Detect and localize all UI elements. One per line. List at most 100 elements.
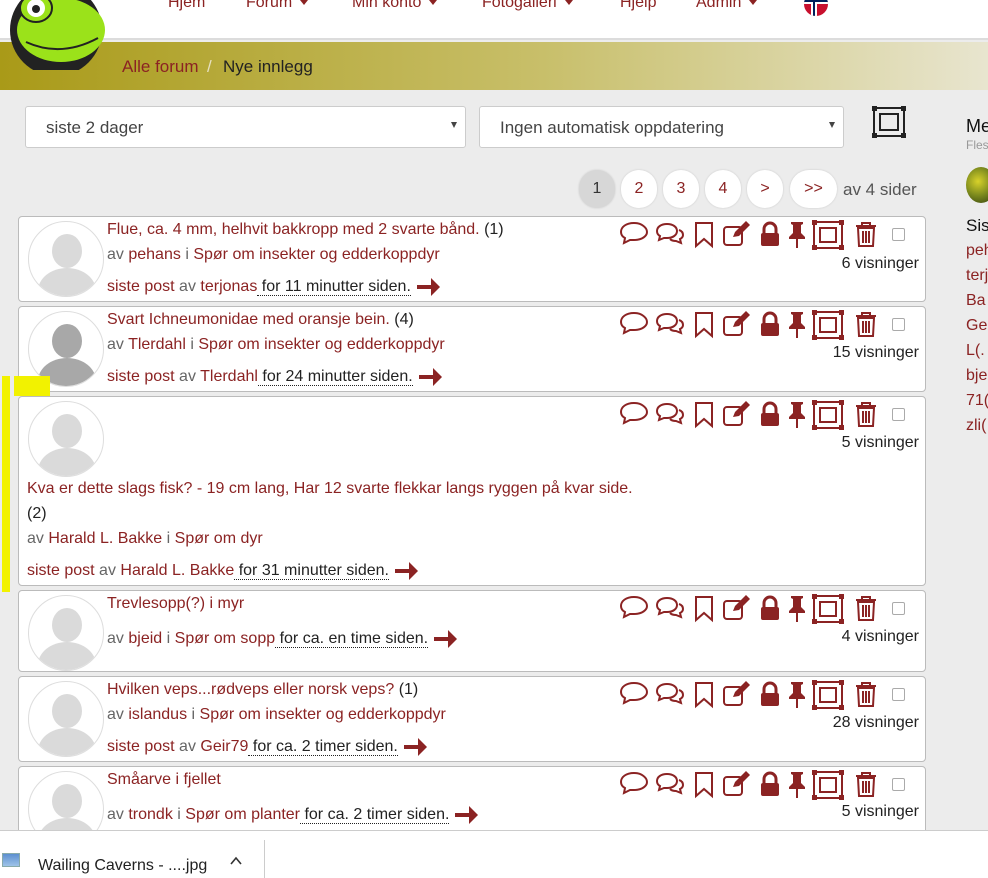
avatar[interactable] bbox=[28, 221, 104, 297]
lock-icon[interactable] bbox=[756, 594, 786, 624]
edit-icon[interactable] bbox=[721, 220, 751, 250]
forum-link[interactable]: Spør om insekter og edderkoppdyr bbox=[193, 246, 439, 263]
trash-icon[interactable] bbox=[852, 220, 882, 250]
trash-icon[interactable] bbox=[852, 310, 882, 340]
bookmark-icon[interactable] bbox=[690, 310, 720, 340]
last-author-link[interactable]: terjonas bbox=[200, 278, 257, 295]
nav-photo-gallery[interactable]: Fotogalleri bbox=[482, 0, 573, 12]
go-to-post-arrow-icon[interactable] bbox=[393, 559, 419, 583]
select-checkbox[interactable] bbox=[892, 602, 905, 615]
post-title[interactable]: Svart Ichneumonidae med oransje bein. (4… bbox=[107, 311, 414, 329]
post-title[interactable]: Trevlesopp(?) i myr bbox=[107, 595, 244, 613]
nav-admin[interactable]: Admin bbox=[696, 0, 758, 12]
pin-icon[interactable] bbox=[783, 310, 813, 340]
edit-icon[interactable] bbox=[721, 310, 751, 340]
download-file-name[interactable]: Wailing Caverns - ....jpg bbox=[38, 857, 207, 875]
avatar[interactable] bbox=[28, 595, 104, 671]
last-author-link[interactable]: Harald L. Bakke bbox=[120, 562, 234, 579]
sidebar-item[interactable]: terj bbox=[966, 267, 988, 285]
sidebar-item[interactable]: L(. bbox=[966, 342, 985, 360]
trash-icon[interactable] bbox=[852, 594, 882, 624]
norway-flag-icon[interactable] bbox=[804, 0, 828, 16]
bookmark-icon[interactable] bbox=[690, 594, 720, 624]
bookmark-icon[interactable] bbox=[690, 220, 720, 250]
last-post-link[interactable]: siste post bbox=[107, 278, 175, 295]
author-link[interactable]: bjeid bbox=[128, 630, 162, 647]
author-link[interactable]: Tlerdahl bbox=[128, 336, 186, 353]
go-to-post-arrow-icon[interactable] bbox=[415, 275, 441, 299]
sidebar-item[interactable]: bje bbox=[966, 367, 987, 385]
expand-icon[interactable] bbox=[812, 770, 844, 800]
breadcrumb-all-forums[interactable]: Alle forum bbox=[122, 57, 199, 77]
last-post-link[interactable]: siste post bbox=[107, 738, 175, 755]
refresh-select[interactable]: Ingen automatisk oppdatering bbox=[479, 106, 844, 148]
comment-icon[interactable] bbox=[619, 400, 649, 430]
comments-icon[interactable] bbox=[655, 770, 685, 800]
post-title[interactable]: Kva er dette slags fisk? - 19 cm lang, H… bbox=[27, 480, 633, 498]
trash-icon[interactable] bbox=[852, 400, 882, 430]
expand-icon[interactable] bbox=[812, 310, 844, 340]
bookmark-icon[interactable] bbox=[690, 770, 720, 800]
forum-link[interactable]: Spør om dyr bbox=[175, 530, 263, 547]
author-link[interactable]: Harald L. Bakke bbox=[48, 530, 162, 547]
nav-my-account[interactable]: Min konto bbox=[352, 0, 438, 12]
nav-home[interactable]: Hjem bbox=[168, 0, 205, 12]
expand-icon[interactable] bbox=[812, 400, 844, 430]
sidebar-item[interactable]: peh bbox=[966, 242, 988, 260]
expand-icon[interactable] bbox=[812, 220, 844, 250]
trash-icon[interactable] bbox=[852, 770, 882, 800]
last-author-link[interactable]: Tlerdahl bbox=[200, 368, 258, 385]
edit-icon[interactable] bbox=[721, 594, 751, 624]
select-checkbox[interactable] bbox=[892, 228, 905, 241]
select-checkbox[interactable] bbox=[892, 688, 905, 701]
expand-icon[interactable] bbox=[812, 594, 844, 624]
lock-icon[interactable] bbox=[756, 770, 786, 800]
page-1[interactable]: 1 bbox=[579, 170, 615, 208]
expand-icon[interactable] bbox=[812, 680, 844, 710]
chevron-up-icon[interactable] bbox=[230, 855, 242, 867]
lock-icon[interactable] bbox=[756, 400, 786, 430]
post-title[interactable]: Småarve i fjellet bbox=[107, 771, 221, 789]
sidebar-item[interactable]: 71( bbox=[966, 392, 988, 410]
comments-icon[interactable] bbox=[655, 594, 685, 624]
comments-icon[interactable] bbox=[655, 310, 685, 340]
pin-icon[interactable] bbox=[783, 770, 813, 800]
comments-icon[interactable] bbox=[655, 220, 685, 250]
pin-icon[interactable] bbox=[783, 594, 813, 624]
go-to-post-arrow-icon[interactable] bbox=[432, 627, 458, 651]
forum-link[interactable]: Spør om insekter og edderkoppdyr bbox=[200, 706, 446, 723]
avatar[interactable] bbox=[28, 401, 104, 477]
forum-link[interactable]: Spør om insekter og edderkoppdyr bbox=[198, 336, 444, 353]
page-next[interactable]: > bbox=[747, 170, 783, 208]
lock-icon[interactable] bbox=[756, 680, 786, 710]
post-title[interactable]: Flue, ca. 4 mm, helhvit bakkropp med 2 s… bbox=[107, 221, 504, 239]
comments-icon[interactable] bbox=[655, 400, 685, 430]
comments-icon[interactable] bbox=[655, 680, 685, 710]
edit-icon[interactable] bbox=[721, 680, 751, 710]
page-4[interactable]: 4 bbox=[705, 170, 741, 208]
sidebar-item[interactable]: Ba bbox=[966, 292, 986, 310]
last-author-link[interactable]: Geir79 bbox=[200, 738, 248, 755]
comment-icon[interactable] bbox=[619, 680, 649, 710]
page-last[interactable]: >> bbox=[790, 170, 837, 208]
forum-link[interactable]: Spør om planter bbox=[185, 806, 300, 823]
nav-forum[interactable]: Forum bbox=[246, 0, 309, 12]
pin-icon[interactable] bbox=[783, 400, 813, 430]
post-title[interactable]: Hvilken veps...rødveps eller norsk veps?… bbox=[107, 681, 418, 699]
edit-icon[interactable] bbox=[721, 770, 751, 800]
author-link[interactable]: trondk bbox=[128, 806, 172, 823]
sidebar-item[interactable]: zli( bbox=[966, 417, 986, 435]
go-to-post-arrow-icon[interactable] bbox=[417, 365, 443, 389]
author-link[interactable]: pehans bbox=[128, 246, 181, 263]
frog-logo[interactable] bbox=[6, 0, 106, 70]
pin-icon[interactable] bbox=[783, 680, 813, 710]
select-checkbox[interactable] bbox=[892, 778, 905, 791]
select-checkbox[interactable] bbox=[892, 318, 905, 331]
go-to-post-arrow-icon[interactable] bbox=[402, 735, 428, 759]
expand-view-icon[interactable] bbox=[872, 106, 906, 138]
select-checkbox[interactable] bbox=[892, 408, 905, 421]
period-select[interactable]: siste 2 dager bbox=[25, 106, 466, 148]
bookmark-icon[interactable] bbox=[690, 680, 720, 710]
nav-help[interactable]: Hjelp bbox=[620, 0, 656, 12]
page-3[interactable]: 3 bbox=[663, 170, 699, 208]
